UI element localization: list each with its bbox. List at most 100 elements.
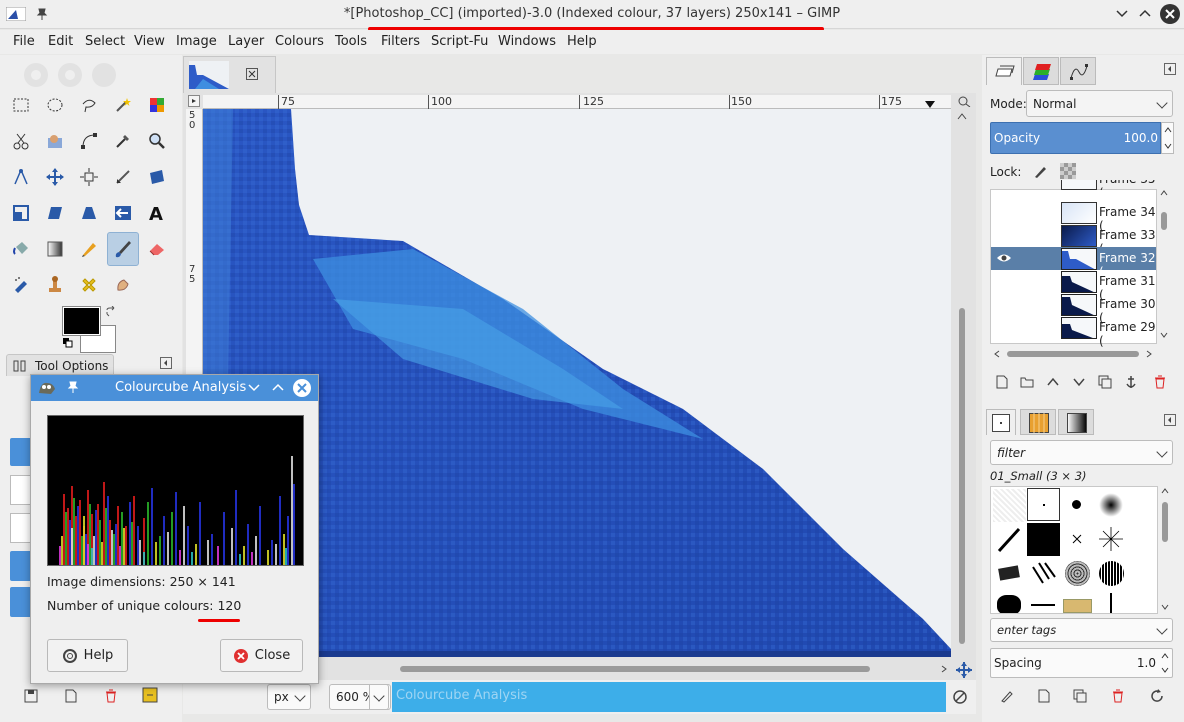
tab-gradients[interactable] — [1058, 409, 1094, 435]
brush-cell[interactable] — [1061, 591, 1094, 613]
layer-row[interactable]: Frame 29 ( — [991, 316, 1156, 348]
layer-hscrollbar[interactable] — [993, 348, 1153, 360]
tool-options-tab[interactable]: Tool Options — [6, 354, 114, 376]
rect-select-tool[interactable] — [7, 90, 35, 120]
brush-grid-scrollbar[interactable] — [1159, 488, 1171, 612]
layer-row[interactable]: Frame 35 ( — [991, 180, 1156, 190]
layer-scroll-thumb[interactable] — [1161, 212, 1167, 230]
free-select-tool[interactable] — [75, 90, 103, 120]
crop-tool[interactable] — [109, 162, 137, 192]
clone-tool[interactable] — [41, 270, 69, 300]
pencil-tool[interactable] — [75, 234, 103, 264]
tab-layers[interactable] — [986, 57, 1022, 85]
layer-mode-select[interactable]: Normal — [1026, 90, 1173, 117]
spin-up-icon[interactable] — [1161, 653, 1169, 659]
brush-cell[interactable] — [1027, 591, 1060, 613]
scroll-down-icon[interactable] — [1160, 332, 1168, 338]
scroll-left-icon[interactable] — [993, 350, 1001, 358]
paths-tool[interactable] — [75, 126, 103, 156]
brush-tags-field[interactable]: enter tags — [990, 618, 1173, 642]
unit-selector[interactable]: px — [267, 684, 311, 710]
menu-filters[interactable]: Filters — [381, 34, 420, 49]
tab-paths[interactable] — [1060, 57, 1096, 85]
lock-pixels-icon[interactable] — [1032, 163, 1048, 179]
foreground-colour-swatch[interactable] — [62, 306, 101, 336]
brush-cell[interactable] — [1061, 523, 1094, 556]
close-button[interactable]: Close — [220, 639, 303, 672]
brush-cell[interactable] — [1095, 489, 1128, 522]
minimize-icon[interactable] — [1116, 9, 1128, 19]
menu-tools[interactable]: Tools — [335, 34, 367, 49]
brush-cell-selected[interactable] — [1027, 488, 1060, 521]
layer-list-scrollbar[interactable] — [1158, 190, 1170, 340]
help-button[interactable]: Help — [47, 639, 128, 672]
horizontal-scrollbar[interactable] — [320, 664, 950, 674]
duplicate-layer-icon[interactable] — [1098, 375, 1112, 389]
brush-cell[interactable] — [993, 557, 1026, 590]
duplicate-brush-icon[interactable] — [1073, 689, 1087, 703]
scroll-up-icon[interactable] — [1161, 488, 1169, 494]
brush-cell[interactable] — [1095, 557, 1128, 590]
layers-panel-menu-icon[interactable] — [1164, 63, 1176, 75]
navigate-icon[interactable] — [956, 662, 972, 678]
tab-channels[interactable] — [1023, 57, 1059, 85]
spacing-slider[interactable]: Spacing 1.0 — [990, 648, 1173, 678]
delete-layer-icon[interactable] — [1153, 375, 1167, 389]
panel-menu-icon[interactable] — [160, 357, 172, 369]
tab-brushes[interactable] — [986, 409, 1016, 435]
scroll-down-icon[interactable] — [1161, 604, 1169, 610]
brush-cell[interactable] — [1061, 557, 1094, 590]
zoom-dropdown-button[interactable] — [369, 684, 389, 710]
delete-brush-icon[interactable] — [1111, 689, 1125, 703]
fuzzy-select-tool[interactable] — [109, 90, 137, 120]
edit-brush-icon[interactable] — [1000, 689, 1014, 703]
lock-alpha-icon[interactable] — [1060, 163, 1076, 179]
unified-transform-tool[interactable] — [143, 162, 171, 192]
brush-cell[interactable] — [1061, 489, 1094, 522]
dialog-minimize-icon[interactable] — [248, 383, 260, 393]
opacity-spin-buttons[interactable] — [1161, 122, 1174, 154]
scroll-right-icon[interactable] — [1145, 350, 1153, 358]
layer-hscroll-thumb[interactable] — [1007, 351, 1139, 357]
brush-cell[interactable] — [1095, 523, 1128, 556]
opacity-slider[interactable]: Opacity 100.0 — [990, 122, 1161, 154]
new-layer-icon[interactable] — [995, 375, 1009, 389]
ellipse-select-tool[interactable] — [41, 90, 69, 120]
colour-picker-tool[interactable] — [109, 126, 137, 156]
menu-help[interactable]: Help — [567, 34, 597, 49]
save-tool-preset-icon[interactable] — [24, 689, 38, 703]
brush-cell[interactable] — [1027, 523, 1060, 556]
tab-patterns[interactable] — [1020, 409, 1056, 435]
brush-cell[interactable] — [1095, 591, 1128, 613]
alignment-tool[interactable] — [75, 162, 103, 192]
dialog-maximize-icon[interactable] — [272, 382, 284, 392]
default-colours-icon[interactable] — [63, 338, 73, 348]
gradient-tool[interactable] — [41, 234, 69, 264]
brush-cell[interactable] — [993, 489, 1026, 522]
dialog-close-icon[interactable] — [292, 378, 312, 398]
heal-tool[interactable] — [75, 270, 103, 300]
cancel-operation-icon[interactable] — [952, 689, 968, 705]
quick-mask-menu-icon[interactable] — [188, 95, 200, 107]
scroll-up-icon[interactable] — [1160, 190, 1168, 196]
brush-cell[interactable] — [1027, 557, 1060, 590]
eraser-tool[interactable] — [143, 234, 171, 264]
layer-row[interactable]: Frame 30 ( — [991, 293, 1156, 325]
menu-select[interactable]: Select — [85, 34, 125, 49]
layer-row[interactable]: Frame 33 ( — [991, 224, 1156, 256]
menu-layer[interactable]: Layer — [228, 34, 264, 49]
brush-scroll-thumb[interactable] — [1162, 502, 1168, 542]
layer-row-selected[interactable]: Frame 32 ( — [991, 247, 1156, 279]
vertical-scrollbar[interactable] — [957, 112, 967, 652]
airbrush-tool[interactable] — [7, 270, 35, 300]
spin-down-icon[interactable] — [1164, 143, 1172, 149]
layer-row[interactable]: Frame 34 ( — [991, 201, 1156, 233]
scroll-right-icon[interactable] — [940, 665, 948, 673]
bucket-fill-tool[interactable] — [7, 234, 35, 264]
reset-tool-options-icon[interactable] — [142, 687, 158, 703]
move-tool[interactable] — [41, 162, 69, 192]
refresh-brushes-icon[interactable] — [1149, 688, 1165, 704]
shear-tool[interactable] — [41, 198, 69, 228]
foreground-select-tool[interactable] — [41, 126, 69, 156]
menu-view[interactable]: View — [134, 34, 165, 49]
